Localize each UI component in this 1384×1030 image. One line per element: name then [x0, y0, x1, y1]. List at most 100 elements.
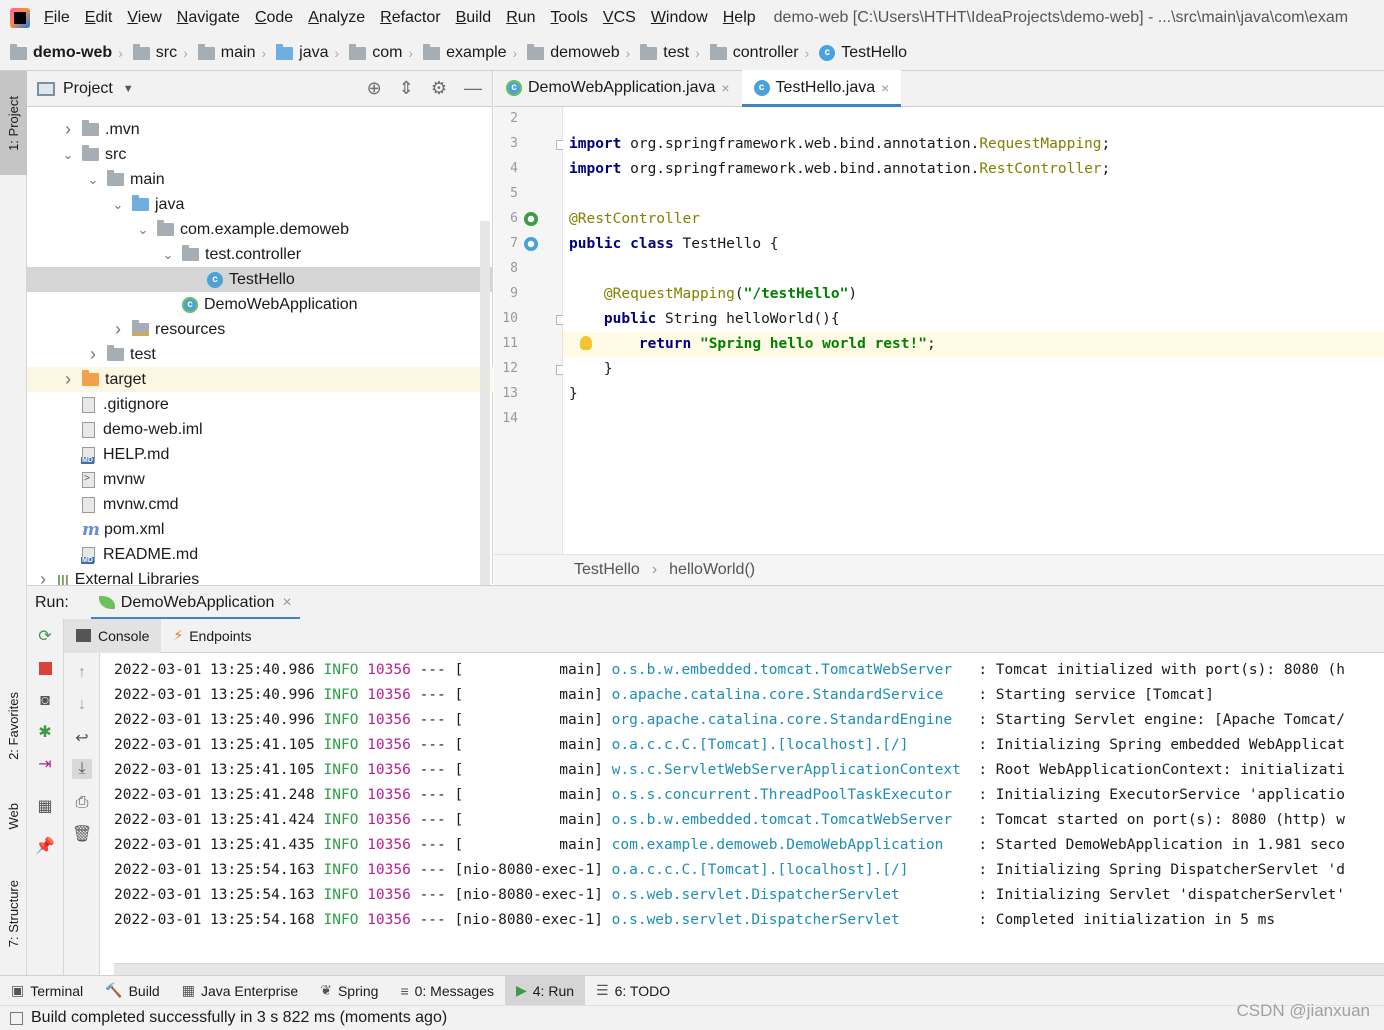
trash-icon[interactable]: 🗑 [72, 825, 92, 845]
chevron-right-icon[interactable]: › [58, 119, 78, 140]
project-tree-scrollbar[interactable] [480, 221, 490, 636]
tree-item-demowebapplication[interactable]: c DemoWebApplication [27, 292, 493, 317]
tree-item-testhello[interactable]: c TestHello [27, 267, 493, 292]
tree-item-src[interactable]: ⌄ src [27, 142, 493, 167]
menu-tools[interactable]: Tools [551, 9, 588, 27]
camera-icon[interactable]: ◙ [35, 691, 55, 711]
tree-item-com-example-demoweb[interactable]: ⌄ com.example.demoweb [27, 217, 493, 242]
menu-window[interactable]: Window [651, 9, 708, 27]
tree-item-pom-xml[interactable]: m pom.xml [27, 517, 493, 542]
tree-item-test-controller[interactable]: ⌄ test.controller [27, 242, 493, 267]
menu-edit[interactable]: Edit [85, 9, 113, 27]
exit-icon[interactable]: ⇥ [35, 755, 55, 775]
menu-run[interactable]: Run [506, 9, 535, 27]
close-icon[interactable]: × [881, 80, 889, 96]
chevron-down-icon[interactable]: ▼ [123, 83, 134, 95]
chevron-down-icon[interactable]: ⌄ [83, 172, 103, 188]
menu-help[interactable]: Help [723, 9, 756, 27]
soft-wrap-icon[interactable]: ↩ [72, 729, 92, 749]
layout-icon[interactable]: ▦ [35, 797, 55, 817]
tool-tab-structure[interactable]: 7: Structure [0, 861, 27, 966]
tree-item--gitignore[interactable]: .gitignore [27, 392, 493, 417]
menu-view[interactable]: View [127, 9, 161, 27]
scroll-to-end-icon[interactable]: ⤓ [72, 759, 92, 779]
breadcrumb-label: controller [732, 44, 799, 61]
code-editor[interactable]: import org.springframework.web.bind.anno… [563, 107, 1384, 554]
arrow-up-icon[interactable]: ↑ [72, 663, 92, 683]
tree-item-test[interactable]: › test [27, 342, 493, 367]
breadcrumb-java[interactable]: java [276, 43, 329, 62]
breadcrumb-test[interactable]: test [640, 43, 689, 62]
tree-item-mvnw[interactable]: mvnw [27, 467, 493, 492]
tool-tab-web[interactable]: Web [0, 786, 27, 846]
chevron-right-icon[interactable]: › [58, 369, 78, 390]
bottom-tab-terminal[interactable]: ▣ Terminal [0, 976, 94, 1006]
breadcrumb-src[interactable]: src [132, 43, 177, 62]
tool-tab-project[interactable]: 1: Project [0, 71, 27, 175]
spring-run-icon[interactable] [524, 237, 538, 251]
gear-icon[interactable]: ⚙ [431, 78, 447, 99]
tab-console[interactable]: Console [64, 618, 162, 653]
tree-item-demo-web-iml[interactable]: demo-web.iml [27, 417, 493, 442]
breadcrumb-demoweb[interactable]: demoweb [527, 43, 620, 62]
menu-analyze[interactable]: Analyze [308, 9, 365, 27]
menu-file[interactable]: File [44, 9, 70, 27]
tree-item-java[interactable]: ⌄ java [27, 192, 493, 217]
tab-console-label: Console [98, 627, 150, 644]
breadcrumb-example[interactable]: example [423, 43, 507, 62]
editor-tab-testhello-java[interactable]: c TestHello.java × [741, 70, 902, 107]
chevron-right-icon[interactable]: › [83, 344, 103, 365]
tab-endpoints[interactable]: ⚡ Endpoints [161, 619, 263, 653]
tree-item-mvnw-cmd[interactable]: mvnw.cmd [27, 492, 493, 517]
collapse-all-icon[interactable]: ⇕ [399, 78, 414, 99]
breadcrumb-controller[interactable]: controller [709, 43, 799, 62]
chevron-down-icon[interactable]: ⌄ [158, 247, 178, 263]
stop-icon[interactable] [35, 659, 55, 679]
tool-tab-favorites[interactable]: 2: Favorites [0, 671, 27, 781]
chevron-down-icon[interactable]: ⌄ [58, 147, 78, 163]
bottom-tab-4-run[interactable]: ▶ 4: Run [504, 975, 586, 1006]
menu-build[interactable]: Build [456, 9, 492, 27]
tree-item--mvn[interactable]: › .mvn [27, 117, 493, 142]
toggle-tool-windows-icon[interactable] [10, 1011, 23, 1025]
menu-vcs[interactable]: VCS [603, 9, 636, 27]
editor-tab-demowebapplication-java[interactable]: c DemoWebApplication.java × [494, 70, 742, 106]
project-panel-title[interactable]: Project [63, 80, 113, 98]
bottom-tab-0-messages[interactable]: ≡ 0: Messages [389, 976, 505, 1006]
bottom-tab-6-todo[interactable]: ☰ 6: TODO [585, 976, 681, 1006]
tree-item-resources[interactable]: › resources [27, 317, 493, 342]
lightbulb-icon[interactable] [580, 336, 592, 350]
print-icon[interactable]: ⎙ [72, 793, 92, 813]
spring-bean-icon[interactable] [524, 212, 538, 226]
breadcrumb-testhello[interactable]: c TestHello [819, 44, 907, 62]
close-icon[interactable]: × [721, 80, 729, 96]
menu-code[interactable]: Code [255, 9, 293, 27]
tree-item-main[interactable]: ⌄ main [27, 167, 493, 192]
close-icon[interactable]: × [282, 594, 291, 612]
hide-panel-icon[interactable]: — [464, 78, 482, 99]
editor-crumb-class[interactable]: TestHello [574, 561, 640, 579]
chevron-down-icon[interactable]: ⌄ [133, 222, 153, 238]
tree-item-help-md[interactable]: HELP.md [27, 442, 493, 467]
bottom-tab-build[interactable]: 🔨 Build [94, 976, 171, 1006]
breadcrumb-com[interactable]: com [349, 43, 402, 62]
locate-file-icon[interactable]: ⊕ [367, 78, 382, 99]
bottom-tab-java-enterprise[interactable]: ▦ Java Enterprise [171, 976, 310, 1006]
breadcrumb-main[interactable]: main [197, 43, 255, 62]
debug-icon[interactable]: ✱ [35, 723, 55, 743]
tree-item-target[interactable]: › target [27, 367, 493, 392]
tree-item-readme-md[interactable]: README.md [27, 542, 493, 567]
editor-crumb-method[interactable]: helloWorld() [669, 561, 755, 579]
chevron-right-icon[interactable]: › [108, 319, 128, 340]
console-horizontal-scrollbar[interactable] [114, 963, 1384, 975]
chevron-down-icon[interactable]: ⌄ [108, 197, 128, 213]
rerun-icon[interactable]: ⟳ [35, 627, 55, 647]
arrow-down-icon[interactable]: ↓ [72, 695, 92, 715]
run-config-tab[interactable]: DemoWebApplication × [90, 586, 300, 620]
console-output[interactable]: 2022-03-01 13:25:40.986 INFO 10356 --- [… [100, 653, 1384, 963]
breadcrumb-demo-web[interactable]: demo-web [10, 43, 112, 62]
menu-navigate[interactable]: Navigate [177, 9, 240, 27]
menu-refactor[interactable]: Refactor [380, 9, 440, 27]
bottom-tab-spring[interactable]: ❦ Spring [309, 976, 389, 1006]
pin-icon[interactable]: 📌 [35, 837, 55, 857]
